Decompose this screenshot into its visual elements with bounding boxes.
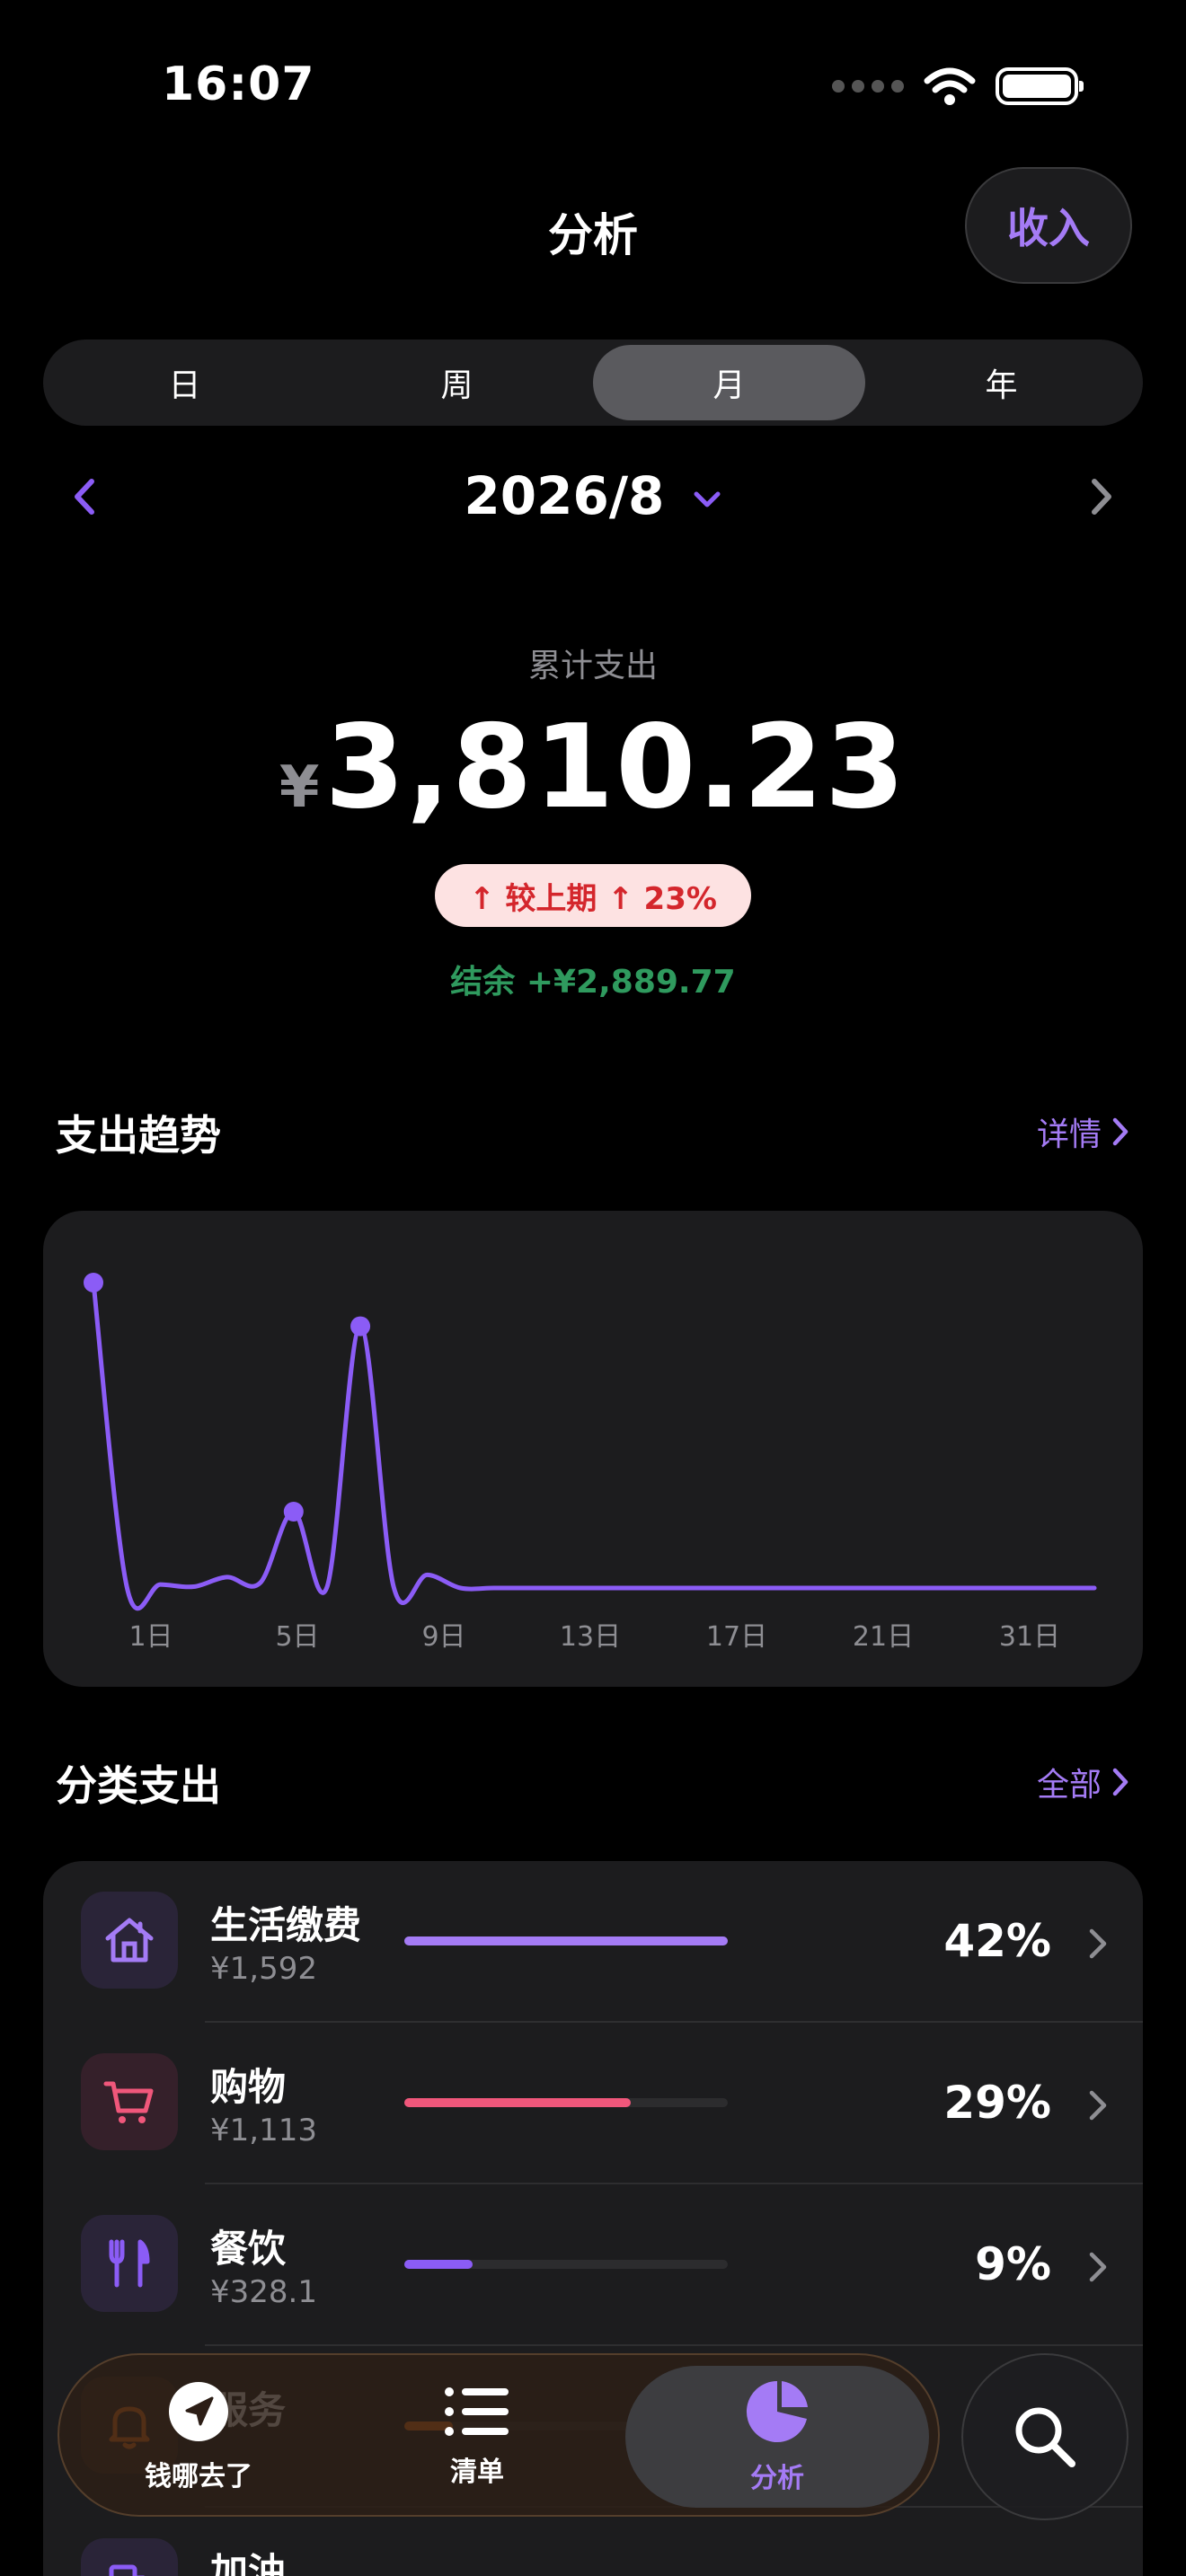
wifi-icon bbox=[924, 67, 976, 105]
category-amount: ¥328.1 bbox=[210, 2274, 317, 2310]
pie-chart-icon bbox=[746, 2381, 808, 2442]
tab-day[interactable]: 日 bbox=[49, 345, 321, 420]
date-navigator: 2026/8 bbox=[0, 460, 1186, 532]
x-axis-tick-label: 21日 bbox=[853, 1621, 914, 1653]
battery-icon bbox=[996, 67, 1084, 105]
x-axis-tick-label: 31日 bbox=[999, 1621, 1060, 1653]
analysis-screen: 16:07 分析 收入 日 周 月 年 2026/8 累计支出 ¥3,810.2… bbox=[0, 0, 1186, 2576]
category-bar bbox=[404, 1936, 728, 1945]
tab-week[interactable]: 周 bbox=[321, 345, 593, 420]
category-bar bbox=[404, 2260, 728, 2269]
currency-symbol: ¥ bbox=[279, 754, 320, 821]
total-expense-amount: 3,810.23 bbox=[324, 701, 907, 834]
date-picker[interactable]: 2026/8 bbox=[0, 465, 1186, 526]
x-axis-tick-label: 5日 bbox=[275, 1621, 319, 1653]
balance-text: 结余 +¥2,889.77 bbox=[450, 964, 736, 1001]
trend-chart-card: 1日 5日 9日 13日 17日 21日 31日 bbox=[43, 1211, 1143, 1687]
category-bar-fill bbox=[404, 1936, 728, 1945]
status-time: 16:07 bbox=[162, 57, 315, 111]
tab-list[interactable]: 清单 bbox=[374, 2355, 580, 2519]
tab-label: 清单 bbox=[450, 2457, 504, 2488]
x-axis-tick-label: 1日 bbox=[128, 1621, 173, 1653]
total-expense: ¥3,810.23 bbox=[0, 701, 1186, 834]
category-bar bbox=[404, 2098, 728, 2107]
fuel-icon bbox=[81, 2538, 178, 2576]
category-row-utilities[interactable]: 生活缴费 ¥1,592 42% bbox=[43, 1861, 1143, 2023]
category-row-shopping[interactable]: 购物 ¥1,113 29% bbox=[43, 2023, 1143, 2184]
trend-data-point[interactable] bbox=[84, 1273, 103, 1292]
tab-year[interactable]: 年 bbox=[865, 345, 1137, 420]
house-icon bbox=[81, 1892, 178, 1989]
category-row-dining[interactable]: 餐饮 ¥328.1 9% bbox=[43, 2184, 1143, 2346]
category-percent: 29% bbox=[943, 2077, 1051, 2129]
trend-data-point[interactable] bbox=[350, 1316, 371, 1337]
category-name: 加油 bbox=[210, 2550, 287, 2576]
category-percent: 9% bbox=[975, 2238, 1051, 2290]
income-button[interactable]: 收入 bbox=[965, 167, 1132, 284]
category-name: 生活缴费 bbox=[210, 1903, 362, 1947]
tab-analysis[interactable]: 分析 bbox=[625, 2366, 929, 2508]
category-name: 餐饮 bbox=[210, 2227, 287, 2271]
x-axis-tick-label: 9日 bbox=[421, 1621, 465, 1653]
category-name: 购物 bbox=[210, 2065, 287, 2109]
period-segmented-control: 日 周 月 年 bbox=[43, 340, 1143, 426]
tab-label: 钱哪去了 bbox=[145, 2461, 252, 2492]
category-section-title: 分类支出 bbox=[56, 1761, 221, 1810]
trend-details-link[interactable]: 详情 bbox=[1037, 1108, 1130, 1155]
date-label: 2026/8 bbox=[464, 465, 665, 526]
chevron-right-icon bbox=[1089, 2090, 1107, 2121]
trend-data-point[interactable] bbox=[283, 1502, 304, 1522]
category-percent: 42% bbox=[943, 1915, 1051, 1967]
chevron-right-icon bbox=[1089, 1928, 1107, 1959]
category-amount: ¥1,592 bbox=[210, 1951, 317, 1987]
total-expense-caption: 累计支出 bbox=[527, 648, 658, 684]
chevron-right-icon[interactable] bbox=[1078, 474, 1123, 519]
list-icon bbox=[445, 2387, 509, 2436]
search-icon bbox=[1015, 2407, 1075, 2467]
category-amount: ¥1,113 bbox=[210, 2113, 317, 2148]
status-indicators bbox=[832, 66, 1084, 106]
category-all-link[interactable]: 全部 bbox=[1037, 1759, 1130, 1805]
period-comparison-badge: ↑ 较上期 ↑ 23% bbox=[435, 864, 751, 927]
tab-month[interactable]: 月 bbox=[593, 345, 865, 420]
search-button[interactable] bbox=[961, 2353, 1128, 2520]
tab-where-money-went[interactable]: 钱哪去了 bbox=[95, 2355, 302, 2519]
trend-line-chart: 1日 5日 9日 13日 17日 21日 31日 bbox=[84, 1273, 1097, 1653]
trend-section-title: 支出趋势 bbox=[56, 1111, 221, 1160]
x-axis-tick-label: 13日 bbox=[560, 1621, 621, 1653]
fork-knife-icon bbox=[81, 2215, 178, 2312]
category-bar-fill bbox=[404, 2098, 631, 2107]
cellular-signal-icon bbox=[832, 80, 904, 93]
chevron-right-icon bbox=[1089, 2252, 1107, 2282]
tab-label: 分析 bbox=[750, 2463, 804, 2494]
trend-series-line bbox=[91, 1280, 1097, 1611]
x-axis-tick-label: 17日 bbox=[706, 1621, 767, 1653]
chevron-right-icon bbox=[1112, 1117, 1128, 1146]
cart-icon bbox=[81, 2053, 178, 2150]
category-bar-fill bbox=[404, 2260, 473, 2269]
category-all-label: 全部 bbox=[1036, 1767, 1102, 1804]
chevron-down-icon bbox=[694, 491, 721, 507]
trend-details-label: 详情 bbox=[1036, 1116, 1102, 1153]
chevron-right-icon bbox=[1112, 1768, 1128, 1796]
navigation-arrow-icon bbox=[169, 2382, 228, 2441]
bottom-tab-bar: 钱哪去了 清单 分析 bbox=[58, 2353, 940, 2517]
